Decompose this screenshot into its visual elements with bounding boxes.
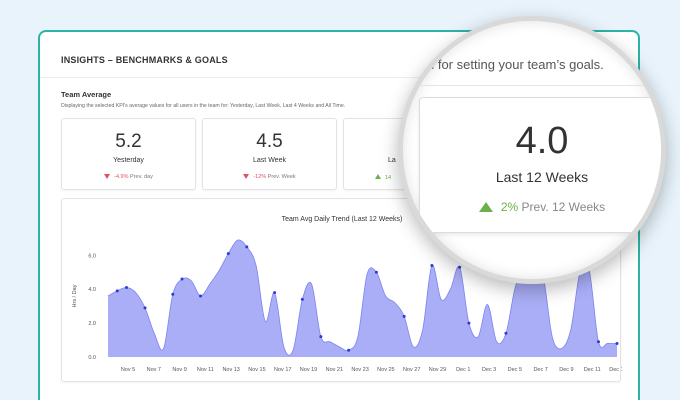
data-point [458, 265, 462, 269]
kpi-card-last-12-weeks[interactable]: 4.0 Last 12 Weeks 2% Prev. 12 Weeks [419, 97, 661, 233]
y-tick-label: 6.0 [88, 253, 96, 259]
x-tick-label: Nov 19 [300, 367, 317, 373]
kpi-change-text: Prev. day [128, 174, 153, 180]
x-tick-label: Nov 25 [377, 367, 394, 373]
y-tick-label: 0.0 [88, 355, 96, 361]
data-point [504, 331, 508, 335]
kpi-card-yesterday[interactable]: 5.2 Yesterday -4.9% Prev. day [61, 118, 196, 190]
kpi-change: 2% Prev. 12 Weeks [420, 200, 661, 214]
data-point [347, 348, 351, 352]
kpi-label: Last 12 Weeks [495, 169, 589, 185]
x-tick-label: Dec 9 [559, 367, 573, 373]
data-point [467, 321, 471, 325]
x-tick-label: Nov 17 [274, 367, 291, 373]
kpi-value: 5.2 [115, 131, 142, 152]
kpi-change-pct: -12% [253, 174, 267, 180]
data-point [171, 292, 175, 296]
y-tick-label: 4.0 [88, 287, 96, 293]
data-point [199, 294, 203, 298]
trend-up-icon [478, 202, 493, 212]
trend-down-icon [104, 174, 111, 179]
kpi-value: 4.0 [515, 120, 569, 162]
x-tick-label: Dec 3 [482, 367, 496, 373]
trend-down-icon [243, 174, 250, 179]
kpi-label: Last Week [253, 157, 286, 164]
data-point [374, 270, 378, 274]
data-point [245, 245, 249, 249]
data-point [615, 341, 619, 345]
data-point [596, 340, 600, 344]
x-tick-label: Dec 1 [456, 367, 470, 373]
data-point [115, 289, 119, 293]
x-tick-label: Nov 13 [222, 367, 239, 373]
data-point [180, 277, 184, 281]
data-point [125, 286, 129, 290]
kpi-change-pct: -4.9% [114, 174, 129, 180]
kpi-label: Yesterday [113, 157, 144, 164]
kpi-change: -4.9% Prev. day [62, 174, 195, 180]
kpi-change-pct: 2% [500, 200, 519, 214]
kpi-change-text: Prev. Week [266, 174, 296, 180]
x-tick-label: Nov 15 [248, 367, 265, 373]
x-tick-label: Nov 21 [326, 367, 343, 373]
data-point [402, 314, 406, 318]
data-point [226, 252, 230, 256]
data-point [273, 291, 277, 295]
kpi-value: 4.5 [256, 131, 283, 152]
kpi-card-last-week[interactable]: 4.5 Last Week -12% Prev. Week [202, 118, 337, 190]
data-point [430, 264, 434, 267]
kpi-change-pct: 14 [385, 175, 392, 181]
data-point [319, 335, 323, 339]
x-tick-label: Dec 7 [533, 367, 547, 373]
data-point [143, 306, 147, 310]
x-tick-label: Nov 23 [351, 367, 368, 373]
x-tick-label: Nov 7 [147, 367, 161, 373]
magnified-divider [403, 85, 661, 86]
trend-up-icon [375, 174, 381, 179]
y-axis-label: Hrs / Day [72, 284, 78, 307]
x-tick-label: Dec 11 [584, 367, 601, 373]
section-title: Team Average [61, 90, 112, 99]
x-tick-label: Nov 11 [197, 367, 214, 373]
x-tick-label: Dec 5 [508, 367, 522, 373]
panel-title: INSIGHTS – BENCHMARKS & GOALS [61, 55, 228, 65]
x-tick-label: Nov 27 [403, 367, 420, 373]
data-point [300, 297, 304, 301]
x-tick-label: Nov 9 [172, 367, 186, 373]
kpi-change: -12% Prev. Week [203, 174, 336, 180]
chart-title: Team Avg Daily Trend (Last 12 Weeks) [282, 216, 403, 223]
section-description: Displaying the selected KPI's average va… [61, 103, 346, 109]
x-tick-label: Dec 13 [609, 367, 622, 373]
x-tick-label: Nov 29 [429, 367, 446, 373]
x-tick-label: Nov 5 [121, 367, 135, 373]
y-tick-label: 2.0 [88, 321, 96, 327]
magnified-subtitle: d for setting your team’s goals. [427, 57, 604, 72]
magnifier-lens: d for setting your team’s goals. 4.0 Las… [398, 16, 666, 284]
kpi-change-text: Prev. 12 Weeks [518, 200, 606, 214]
